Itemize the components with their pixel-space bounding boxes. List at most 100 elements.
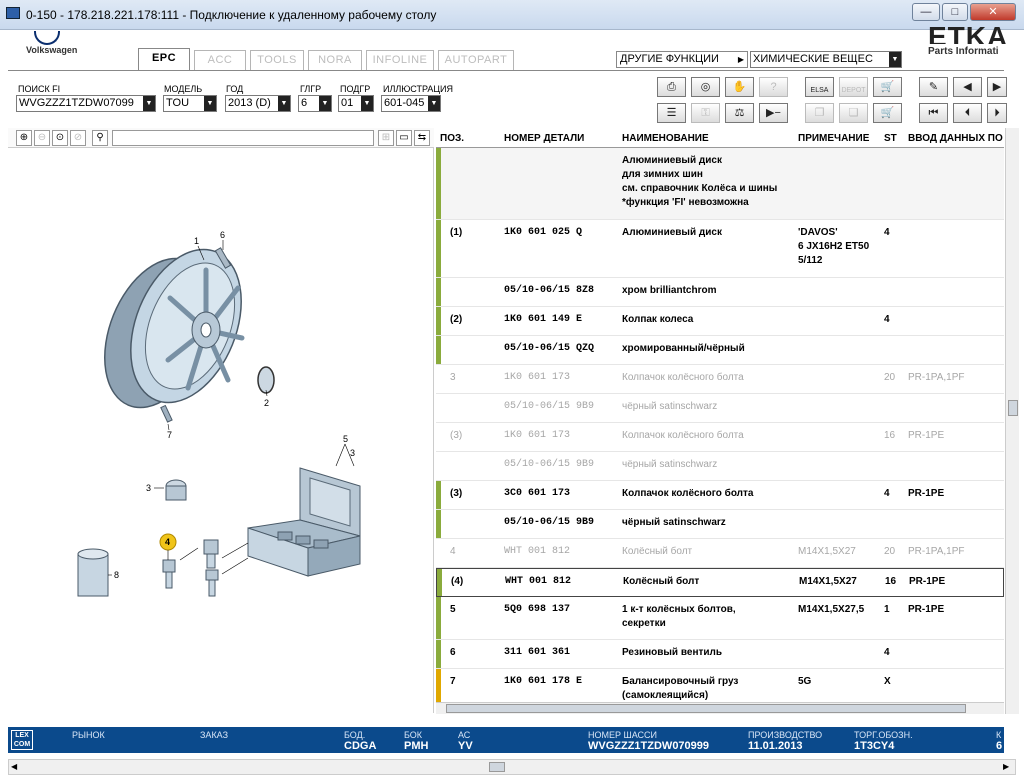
col-name[interactable]: НАИМЕНОВАНИЕ	[622, 133, 709, 144]
col-pos[interactable]: ПОЗ.	[440, 133, 464, 144]
other-functions-menu[interactable]: ДРУГИЕ ФУНКЦИИ ▶	[616, 51, 748, 68]
scroll-left-icon[interactable]: ◀	[11, 762, 17, 771]
tab-autopart[interactable]: AUTOPART	[438, 50, 514, 70]
table-row[interactable]: 05/10-06/15 QZQ хромированный/чёрный	[436, 336, 1004, 365]
podgr-select[interactable]: 01 ▼	[338, 95, 374, 112]
row-pos: 7	[450, 676, 456, 687]
row-part-number: WHT 001 812	[505, 576, 572, 587]
window-horizontal-scrollbar[interactable]: ◀ ▶	[8, 759, 1016, 775]
tab-infoline[interactable]: INFOLINE	[366, 50, 434, 70]
col-note[interactable]: ПРИМЕЧАНИЕ	[798, 133, 869, 144]
chemicals-select[interactable]: ХИМИЧЕСКИЕ ВЕЩЕС ▼	[750, 51, 902, 68]
paste-icon[interactable]: ❏	[839, 103, 868, 123]
scroll-thumb[interactable]	[1008, 400, 1018, 416]
table-row[interactable]: 5 5Q0 698 137 1 к-т колёсных болтов, секре…	[436, 597, 1004, 640]
fi-search-field[interactable]: WVGZZZ1TZDW07099 ▼	[16, 95, 156, 112]
table-row[interactable]: 3 1K0 601 173 Колпачок колёсного болта 20 PR…	[436, 365, 1004, 394]
table-row[interactable]: 05/10-06/15 8Z8 хром brilliantchrom	[436, 278, 1004, 307]
close-button[interactable]: ✕	[970, 3, 1016, 21]
year-select[interactable]: 2013 (D) ▼	[225, 95, 291, 112]
elsa-label: ELSA	[810, 87, 829, 94]
handshake-icon[interactable]: ✋	[725, 77, 754, 97]
table-row[interactable]: Алюминиевый диск для зимних шин см. спра…	[436, 148, 1004, 220]
row-pos: 4	[450, 546, 456, 557]
row-st: 20	[884, 372, 896, 383]
col-st[interactable]: ST	[884, 133, 897, 144]
row-part-number: 5Q0 698 137	[504, 604, 571, 615]
zoom-fit-icon[interactable]: ⊙	[52, 130, 68, 146]
horizontal-scrollbar[interactable]	[436, 702, 1004, 714]
chevron-down-icon: ▼	[143, 96, 155, 111]
list-icon[interactable]: ☰	[657, 103, 686, 123]
ac-label: АС	[458, 730, 471, 740]
podgr-value: 01	[341, 97, 354, 109]
layout-toggle-icon[interactable]: ⇆	[414, 130, 430, 146]
table-row[interactable]: 7 1K0 601 178 E Балансировочный груз (само…	[436, 669, 1004, 704]
elsa-button[interactable]: ELSA	[805, 77, 834, 97]
bok-value: PMH	[404, 740, 429, 752]
scroll-thumb[interactable]	[489, 762, 505, 772]
layout-horizontal-icon[interactable]: ▭	[396, 130, 412, 146]
first-page-icon[interactable]: ⏮	[919, 103, 948, 123]
table-row[interactable]: (1) 1K0 601 025 Q Алюминиевый диск 'DAVOS' …	[436, 220, 1004, 278]
fi-label: ПОИСК FI	[18, 84, 61, 94]
row-status-marker	[436, 278, 441, 306]
depot-button[interactable]: DEPOT	[839, 77, 868, 97]
forward-icon[interactable]: ⏵	[987, 103, 1007, 123]
tab-acc[interactable]: ACC	[194, 50, 246, 70]
layout-split-icon[interactable]: ⊞	[378, 130, 394, 146]
table-row[interactable]: (3) 1K0 601 173 Колпачок колёсного болта 16…	[436, 423, 1004, 452]
bod-label: БОД.	[344, 730, 366, 740]
minimize-button[interactable]: —	[912, 3, 940, 21]
row-pos: (3)	[450, 430, 463, 441]
row-st: 4	[884, 314, 890, 325]
glgr-select[interactable]: 6 ▼	[298, 95, 332, 112]
print-icon[interactable]: ⎙	[657, 77, 686, 97]
row-name: чёрный satinschwarz	[622, 459, 718, 470]
play-minus-icon[interactable]: ▶−	[759, 103, 788, 123]
tab-epc[interactable]: EPC	[138, 48, 190, 70]
table-row[interactable]: 6 311 601 361 Резиновый вентиль 4	[436, 640, 1004, 669]
chevron-down-icon: ▼	[278, 96, 290, 111]
model-select[interactable]: TOU ▼	[163, 95, 217, 112]
cart-icon[interactable]: 🛒	[873, 103, 902, 123]
cart-in-icon[interactable]: 🛒	[873, 77, 902, 97]
scroll-thumb[interactable]	[446, 704, 966, 713]
help-icon[interactable]: ?	[759, 77, 788, 97]
scale-icon[interactable]: ⚖	[725, 103, 754, 123]
table-row[interactable]: 4 WHT 001 812 Колёсный болт M14X1,5X27 20 PR-…	[436, 539, 1004, 568]
zoom-reset-icon[interactable]: ⊘	[70, 130, 86, 146]
window-title: 0-150 - 178.218.221.178:111 - Подключени…	[26, 8, 437, 22]
maximize-button[interactable]: □	[942, 3, 968, 21]
chevron-down-icon: ▼	[428, 96, 440, 111]
col-input[interactable]: ВВОД ДАННЫХ ПО	[908, 133, 1003, 144]
back-icon[interactable]: ⏴	[953, 103, 982, 123]
tab-underline	[8, 70, 1004, 71]
search-icon[interactable]: ⚲	[92, 130, 108, 146]
remote-desktop-icon	[6, 7, 20, 19]
table-row[interactable]: 05/10-06/15 9B9 чёрный satinschwarz	[436, 452, 1004, 481]
table-row[interactable]: (2) 1K0 601 149 E Колпак колеса 4	[436, 307, 1004, 336]
row-name: Колпачок колёсного болта	[622, 372, 744, 383]
scroll-right-icon[interactable]: ▶	[1003, 762, 1009, 771]
etka-logo: ETKA	[928, 21, 1009, 44]
table-row[interactable]: (3) 3C0 601 173 Колпачок колёсного болта 4 P…	[436, 481, 1004, 510]
tab-nora[interactable]: NORA	[308, 50, 362, 70]
disc-icon[interactable]: ◎	[691, 77, 720, 97]
callout-1: 1	[194, 236, 199, 246]
vertical-scrollbar[interactable]	[1005, 128, 1019, 714]
col-part-number[interactable]: НОМЕР ДЕТАЛИ	[504, 133, 584, 144]
zoom-out-icon[interactable]: ⊖	[34, 130, 50, 146]
prev-page-icon[interactable]: ◀	[953, 77, 982, 97]
table-row[interactable]: 05/10-06/15 9B9 чёрный satinschwarz	[436, 394, 1004, 423]
table-row[interactable]: 05/10-06/15 9B9 чёрный satinschwarz	[436, 510, 1004, 539]
key-icon[interactable]: ⚿	[691, 103, 720, 123]
illustration-search-input[interactable]	[112, 130, 374, 146]
next-page-icon[interactable]: ▶	[987, 77, 1007, 97]
tab-tools[interactable]: TOOLS	[250, 50, 304, 70]
illustration-select[interactable]: 601-045 ▼	[381, 95, 441, 112]
pin-icon[interactable]: ✎	[919, 77, 948, 97]
zoom-in-icon[interactable]: ⊕	[16, 130, 32, 146]
copy-icon[interactable]: ❐	[805, 103, 834, 123]
table-row[interactable]: (4) WHT 001 812 Колёсный болт M14X1,5X27 16 P…	[436, 568, 1004, 597]
